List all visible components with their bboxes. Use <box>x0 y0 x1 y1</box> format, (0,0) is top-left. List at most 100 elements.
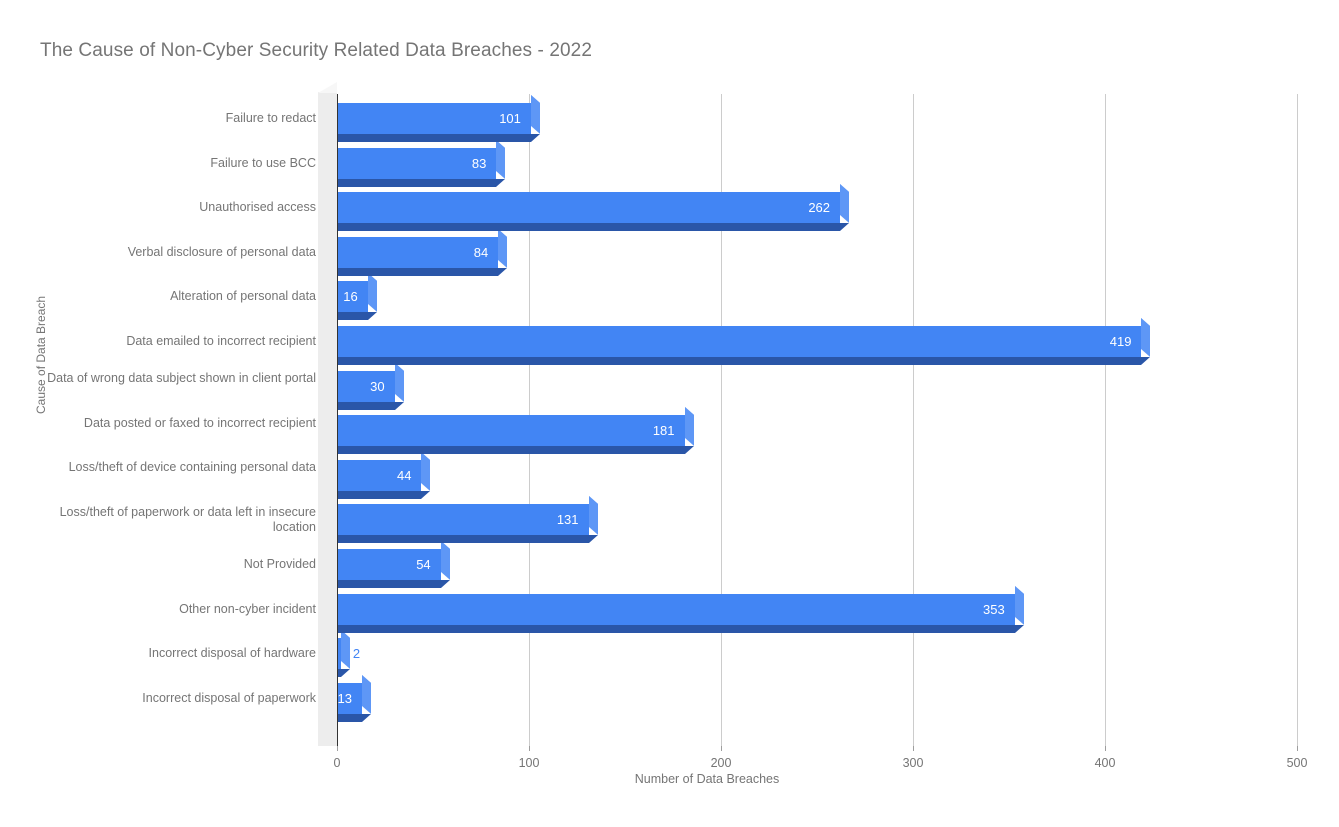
axis-zero-line <box>337 94 338 746</box>
bar-base-cap <box>361 713 371 722</box>
x-tick-label: 200 <box>710 756 732 770</box>
bar-side-face <box>394 362 404 402</box>
x-axis-title: Number of Data Breaches <box>0 772 1339 786</box>
bar[interactable]: 13 <box>337 674 371 722</box>
bar-row[interactable]: 54 <box>337 541 1297 588</box>
bar-row[interactable]: 13 <box>337 674 1297 722</box>
bar-base-cap <box>367 312 377 321</box>
bar-value-label: 83 <box>471 155 487 171</box>
x-tick-mark <box>1105 746 1106 751</box>
category-label: Unauthorised access <box>199 200 316 215</box>
x-tick-mark <box>913 746 914 751</box>
bar-side-face <box>840 184 850 224</box>
bar-base-face <box>337 401 395 410</box>
category-label: Incorrect disposal of paperwork <box>142 690 316 705</box>
bar-row[interactable]: 181 <box>337 407 1297 455</box>
x-tick-mark <box>529 746 530 751</box>
bar-value-label: 16 <box>343 289 358 305</box>
bar-base-face <box>337 490 422 499</box>
bar-row[interactable]: 83 <box>337 139 1297 187</box>
x-tick-mark <box>1297 746 1298 751</box>
plot-area: 13 2 353 54 131 44 181 30 419 16 84 262 83 101 <box>318 82 1298 746</box>
bar-side-face <box>367 273 377 313</box>
bar-base-face <box>337 267 499 276</box>
bar-base-cap <box>684 446 694 455</box>
chart-title: The Cause of Non-Cyber Security Related … <box>40 40 592 61</box>
bar-base-face <box>337 580 441 588</box>
x-axis-title-text: Number of Data Breaches <box>634 772 780 786</box>
bar-value-label: 54 <box>416 557 431 572</box>
bar-base-face <box>337 134 531 142</box>
bar-base-face <box>337 178 497 187</box>
category-label: Failure to redact <box>225 111 316 125</box>
bar-front-face <box>337 593 1015 625</box>
category-label: Data posted or faxed to incorrect recipi… <box>83 415 316 430</box>
bar[interactable]: 181 <box>337 407 694 455</box>
bar[interactable]: 101 <box>337 95 540 142</box>
bar[interactable]: 16 <box>337 273 377 321</box>
bar-base-face <box>337 223 841 232</box>
category-label: Incorrect disposal of hardware <box>148 646 316 661</box>
bar-row[interactable]: 419 <box>337 318 1297 365</box>
x-tick-label: 0 <box>333 756 341 770</box>
bar[interactable]: 131 <box>337 496 598 544</box>
bar-row[interactable]: 16 <box>337 273 1297 321</box>
bar-base-cap <box>496 178 506 187</box>
bar-base-cap <box>530 134 540 142</box>
bar[interactable]: 54 <box>337 541 450 588</box>
bar[interactable]: 419 <box>337 318 1151 365</box>
bar-row[interactable]: 30 <box>337 362 1297 410</box>
category-label: Data of wrong data subject shown in clie… <box>47 371 316 386</box>
bar-value-label: 84 <box>473 244 489 260</box>
bar-value-label: 419 <box>1109 334 1132 349</box>
bar-base-cap <box>840 223 850 232</box>
bar-row[interactable]: 353 <box>337 585 1297 633</box>
bar-row[interactable]: 44 <box>337 451 1297 499</box>
bar-base-face <box>337 446 685 455</box>
bar-base-cap <box>394 401 404 410</box>
bar[interactable]: 44 <box>337 451 431 499</box>
bar-row[interactable]: 262 <box>337 184 1297 232</box>
bar-value-label: 44 <box>397 467 412 483</box>
category-label: Failure to use BCC <box>210 155 316 170</box>
bar[interactable]: 83 <box>337 139 506 187</box>
chart-back-wall-top <box>318 82 337 93</box>
category-label: Alteration of personal data <box>170 289 316 304</box>
bar-side-face <box>340 630 350 670</box>
bar[interactable]: 353 <box>337 585 1024 633</box>
bar-side-face <box>361 674 371 714</box>
bar[interactable]: 84 <box>337 228 508 276</box>
chart-back-wall <box>318 92 337 746</box>
category-label: Loss/theft of device containing personal… <box>68 460 316 475</box>
x-tick-label: 300 <box>902 756 924 770</box>
category-label: Not Provided <box>243 557 316 571</box>
bar-row[interactable]: 131 <box>337 496 1297 544</box>
bar-value-label: 181 <box>652 423 675 439</box>
bar-base-cap <box>498 267 508 276</box>
bar-base-cap <box>421 490 431 499</box>
bar-base-face <box>337 312 368 321</box>
bar-value-label: 353 <box>983 601 1005 617</box>
bar-base-cap <box>588 535 598 544</box>
bar-row[interactable]: 2 <box>337 630 1297 678</box>
bar[interactable]: 30 <box>337 362 404 410</box>
bar-base-face <box>337 624 1015 633</box>
bar-side-face <box>684 407 694 447</box>
bar-front-face <box>337 415 685 447</box>
bar[interactable]: 262 <box>337 184 850 232</box>
bar-row[interactable]: 101 <box>337 95 1297 142</box>
bar-front-face <box>337 192 841 224</box>
category-label: Other non-cyber incident <box>179 601 316 616</box>
bar-value-label: 13 <box>337 690 352 706</box>
x-tick-label: 100 <box>518 756 540 770</box>
x-tick-label: 500 <box>1286 756 1308 770</box>
bar-base-face <box>337 357 1142 365</box>
bar-base-cap <box>1141 357 1151 365</box>
bar-base-face <box>337 713 362 722</box>
bar-value-label: 2 <box>352 646 361 662</box>
bar-side-face <box>440 541 450 580</box>
bar-base-cap <box>340 669 350 678</box>
bar-front-face <box>337 504 589 536</box>
bar-value-label: 101 <box>499 111 521 126</box>
bar-row[interactable]: 84 <box>337 228 1297 276</box>
